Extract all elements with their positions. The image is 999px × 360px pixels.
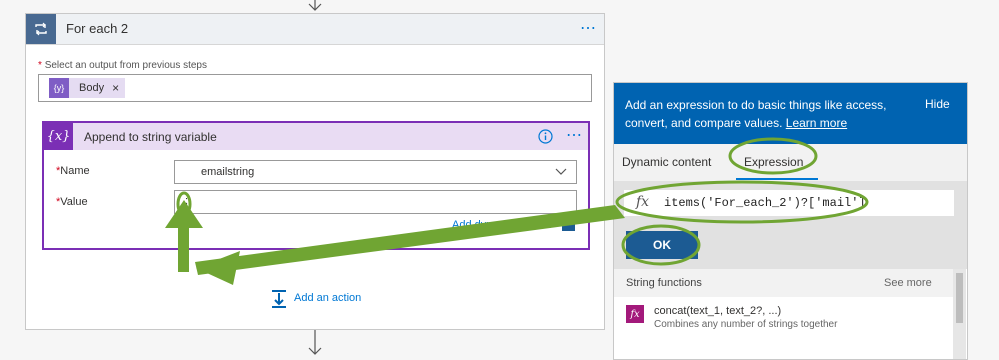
annotation-overlay (165, 137, 869, 285)
